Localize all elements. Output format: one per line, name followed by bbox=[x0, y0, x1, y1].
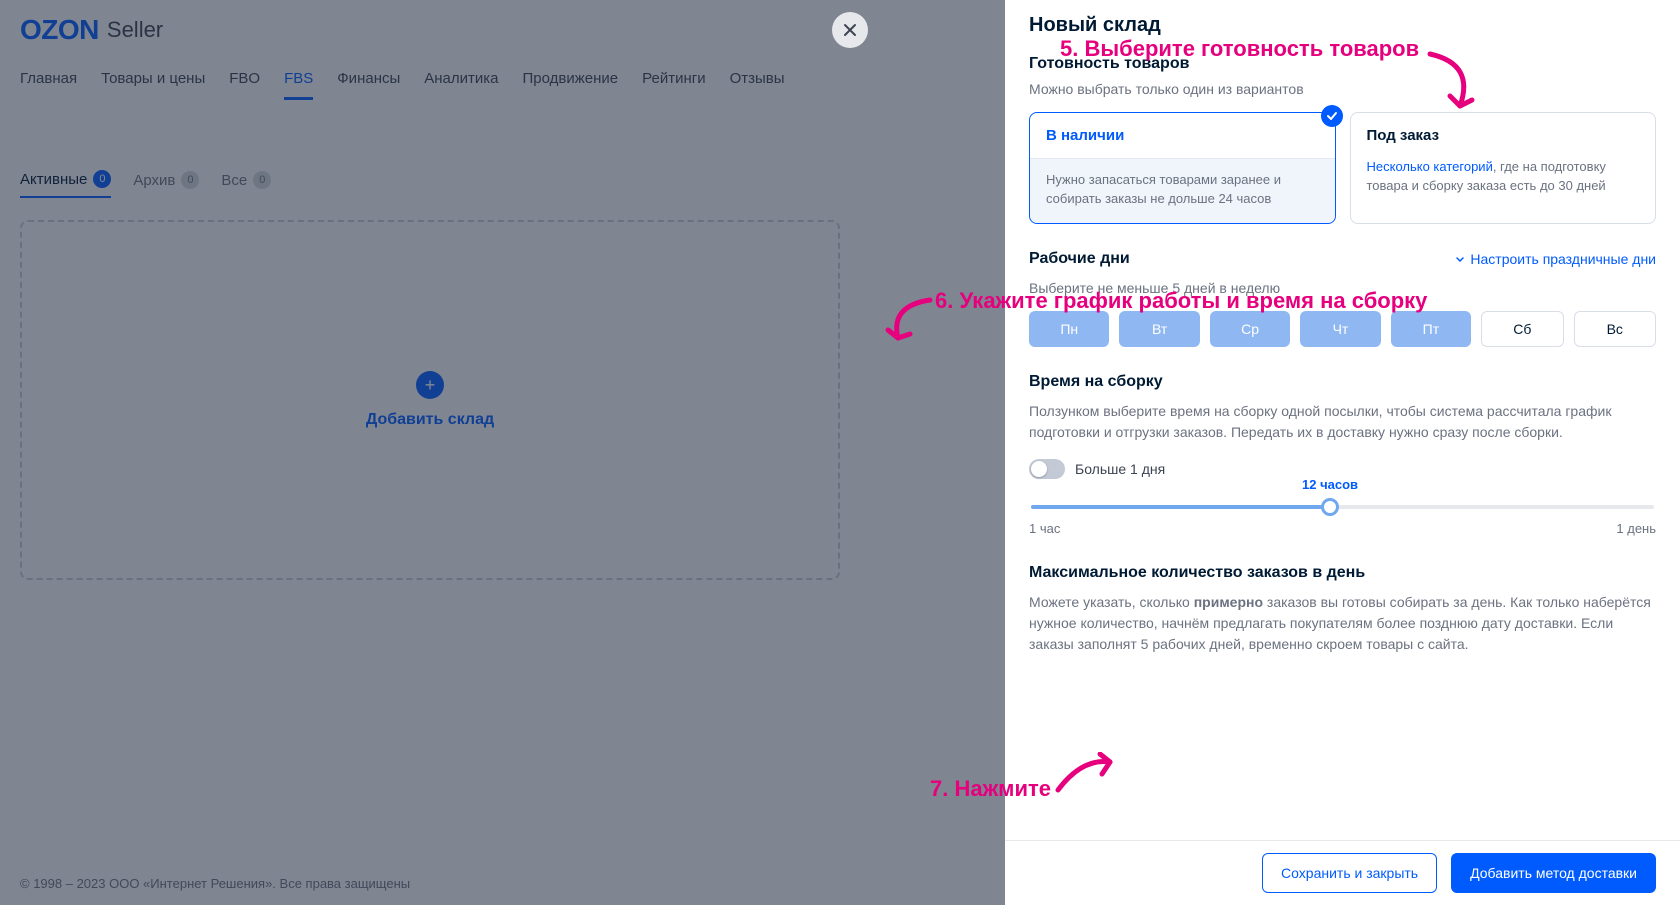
chevron-down-icon bbox=[1454, 253, 1466, 265]
close-icon bbox=[842, 22, 858, 38]
card-title: В наличии bbox=[1046, 127, 1319, 158]
sheet-footer: Сохранить и закрыть Добавить метод доста… bbox=[1005, 840, 1680, 905]
add-delivery-method-button[interactable]: Добавить метод доставки bbox=[1451, 853, 1656, 893]
day-Вс[interactable]: Вс bbox=[1574, 311, 1656, 347]
side-sheet: Новый склад Готовность товаров Можно выб… bbox=[1005, 0, 1680, 905]
assembly-slider[interactable]: 12 часов bbox=[1031, 505, 1654, 509]
card-title: Под заказ bbox=[1367, 127, 1640, 158]
slider-max: 1 день bbox=[1616, 521, 1656, 536]
sheet-title: Новый склад bbox=[1029, 14, 1656, 37]
more-than-day-toggle[interactable] bbox=[1029, 459, 1065, 479]
readiness-cards: В наличии Нужно запасаться товарами зара… bbox=[1029, 112, 1656, 224]
save-close-button[interactable]: Сохранить и закрыть bbox=[1262, 853, 1437, 893]
configure-holidays-link[interactable]: Настроить праздничные дни bbox=[1454, 251, 1656, 267]
card-in-stock[interactable]: В наличии Нужно запасаться товарами зара… bbox=[1029, 112, 1336, 224]
assembly-heading: Время на сборку bbox=[1029, 373, 1656, 391]
slider-min: 1 час bbox=[1029, 521, 1060, 536]
day-Сб[interactable]: Сб bbox=[1481, 311, 1563, 347]
card-on-order[interactable]: Под заказ Несколько категорий, где на по… bbox=[1350, 112, 1657, 224]
readiness-heading: Готовность товаров bbox=[1029, 55, 1656, 73]
slider-value: 12 часов bbox=[1302, 477, 1358, 492]
maxorders-sub: Можете указать, сколько примерно заказов… bbox=[1029, 592, 1656, 655]
slider-fill bbox=[1031, 505, 1330, 509]
close-button[interactable] bbox=[832, 12, 868, 48]
slider-track bbox=[1031, 505, 1654, 509]
slider-thumb[interactable] bbox=[1321, 498, 1339, 516]
day-Чт[interactable]: Чт bbox=[1300, 311, 1380, 347]
day-Пн[interactable]: Пн bbox=[1029, 311, 1109, 347]
readiness-sub: Можно выбрать только один из вариантов bbox=[1029, 79, 1656, 100]
categories-link[interactable]: Несколько категорий bbox=[1367, 159, 1493, 174]
day-Пт[interactable]: Пт bbox=[1391, 311, 1471, 347]
day-Ср[interactable]: Ср bbox=[1210, 311, 1290, 347]
check-icon bbox=[1321, 105, 1343, 127]
days-heading: Рабочие дни bbox=[1029, 250, 1130, 268]
maxorders-heading: Максимальное количество заказов в день bbox=[1029, 564, 1656, 582]
assembly-sub: Ползунком выберите время на сборку одной… bbox=[1029, 401, 1656, 443]
day-Вт[interactable]: Вт bbox=[1119, 311, 1199, 347]
toggle-label: Больше 1 дня bbox=[1075, 461, 1165, 477]
card-body: Нужно запасаться товарами заранее и соби… bbox=[1046, 171, 1319, 209]
card-body: Несколько категорий, где на подготовку т… bbox=[1367, 158, 1640, 196]
days-row: Пн Вт Ср Чт Пт Сб Вс bbox=[1029, 311, 1656, 347]
days-sub: Выберите не меньше 5 дней в неделю bbox=[1029, 278, 1656, 299]
